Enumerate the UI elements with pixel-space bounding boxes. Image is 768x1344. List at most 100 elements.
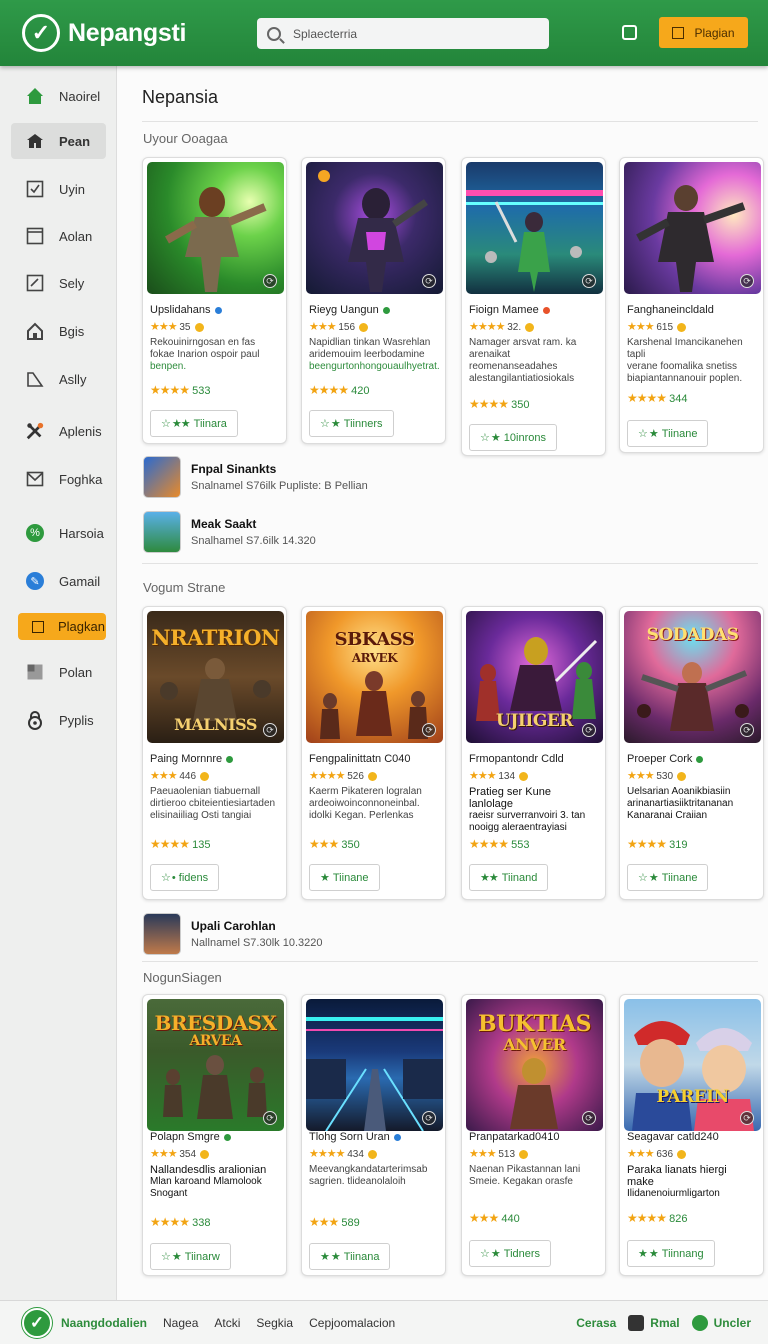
- app-header: ✓ Nepangsti Plagian: [0, 0, 768, 66]
- sidebar-item-aslly[interactable]: Aslly: [11, 361, 106, 397]
- game-card[interactable]: NRATRION MALNISS ⟳ Paing Mornnre ★★★ 446…: [142, 606, 287, 900]
- game-card[interactable]: ⟳ Fioign Mamee ★★★★ 32. Namager arsvat r…: [461, 157, 606, 456]
- footer-right-item[interactable]: Rmal: [650, 1316, 679, 1330]
- game-card[interactable]: ⟳ Tlohg Sorn Uran ★★★★ 434 Meevangkandat…: [301, 994, 446, 1276]
- card-description: Naenan Pikastannan lani Smeie. Kegakan or…: [469, 1164, 581, 1187]
- info-icon[interactable]: ⟳: [263, 723, 277, 737]
- list-thumbnail: [143, 913, 181, 955]
- house-icon: [25, 321, 45, 341]
- card-action-button[interactable]: ★ Tiinane: [309, 864, 380, 891]
- info-icon[interactable]: ⟳: [422, 274, 436, 288]
- card-description: Paraka lianats hiergi make Ilidanenoiurml…: [627, 1164, 727, 1199]
- list-title: Meak Saakt: [191, 517, 257, 531]
- search-bar[interactable]: [257, 18, 549, 49]
- card-score: ★★★★ 319: [627, 837, 688, 851]
- info-icon[interactable]: ⟳: [740, 723, 754, 737]
- game-card[interactable]: PAREIN ⟳ Seagavar catld240 ★★★ 636 Parak…: [619, 994, 764, 1276]
- sidebar-item-harsoia[interactable]: % Harsoia: [11, 515, 106, 551]
- coin-icon: [519, 1149, 529, 1159]
- sidebar-item-label: Aolan: [59, 228, 93, 244]
- card-description: Napidlian tinkan Wasrehlan aridemouim lee…: [309, 337, 440, 372]
- info-icon[interactable]: ⟳: [263, 1111, 277, 1125]
- game-thumbnail: SODADAS ⟳: [624, 611, 761, 743]
- section-title: Uyour Ooagaa: [143, 131, 228, 146]
- sidebar-item-sely[interactable]: Sely: [11, 265, 106, 301]
- info-icon[interactable]: ⟳: [740, 1111, 754, 1125]
- game-card[interactable]: BRESDASX ARVEA ⟳ Polapn Smgre ★★★ 354 Na…: [142, 994, 287, 1276]
- card-title: Fanghaneincldald: [627, 304, 714, 316]
- game-card[interactable]: ⟳ Rieyg Uangun ★★★ 156 Napidlian tinkan …: [301, 157, 446, 444]
- card-score: ★★★★ 338: [150, 1215, 211, 1229]
- game-card[interactable]: ⟳ Upslidahans ★★★ 35 Rekouinirngosan en …: [142, 157, 287, 444]
- info-icon[interactable]: ⟳: [582, 274, 596, 288]
- info-icon[interactable]: ⟳: [582, 1111, 596, 1125]
- game-card[interactable]: BUKTIAS ANVER ⟳ Pranpatarkad0410 ★★★ 513…: [461, 994, 606, 1276]
- footer-link[interactable]: Segkia: [256, 1316, 293, 1330]
- card-action-button[interactable]: ★★ Tiinand: [469, 864, 549, 891]
- check-circle-icon[interactable]: ✓: [22, 1307, 52, 1338]
- card-action-button[interactable]: ☆ ★ Tidners: [469, 1240, 552, 1267]
- game-card[interactable]: SODADAS ⟳ Proeper Cork ★★★ 530 Uelsarian…: [619, 606, 764, 900]
- sidebar-item-naoirel[interactable]: Naoirel: [11, 78, 106, 114]
- sidebar-item-gamail[interactable]: ✎ Gamail: [11, 563, 106, 599]
- info-icon[interactable]: ⟳: [422, 1111, 436, 1125]
- list-subtitle: Nallnamel S7.30lk 10.3220: [191, 937, 323, 949]
- app-logo[interactable]: ✓ Nepangsti: [22, 14, 186, 52]
- card-action-button[interactable]: ☆ ★ 10inrons: [469, 424, 557, 451]
- list-item[interactable]: Fnpal Sinankts Snalnamel S76ilk Pupliste…: [143, 455, 368, 499]
- game-thumbnail: BRESDASX ARVEA ⟳: [147, 999, 284, 1131]
- sidebar-item-pyplis[interactable]: Pyplis: [11, 702, 106, 738]
- list-item[interactable]: Meak Saakt Snalhamel S7.6ilk 14.320: [143, 510, 316, 554]
- card-action-button[interactable]: ☆ ★ Tiinners: [309, 410, 394, 437]
- search-input[interactable]: [293, 26, 523, 41]
- game-thumbnail: ⟳: [306, 999, 443, 1131]
- card-title: Pranpatarkad0410: [469, 1131, 560, 1143]
- footer-link[interactable]: Atcki: [214, 1316, 240, 1330]
- card-action-button[interactable]: ☆ ★ Tiinane: [627, 420, 709, 447]
- sidebar-item-uyin[interactable]: Uyin: [11, 171, 106, 207]
- info-icon[interactable]: ⟳: [740, 274, 754, 288]
- footer-link[interactable]: Nagea: [163, 1316, 198, 1330]
- info-icon[interactable]: ⟳: [582, 723, 596, 737]
- list-thumbnail: [143, 511, 181, 553]
- card-title: Polapn Smgre: [150, 1131, 231, 1143]
- card-description: Rekouinirngosan en fas fokae Inarion ospo…: [150, 337, 260, 372]
- game-thumbnail: ⟳: [306, 162, 443, 294]
- notification-icon[interactable]: [622, 25, 637, 40]
- card-title: Fioign Mamee: [469, 304, 550, 316]
- lock-icon: [25, 710, 45, 730]
- game-card[interactable]: ⟳ Fanghaneincldald ★★★ 615 Karshenal Ima…: [619, 157, 764, 453]
- sidebar-item-aplenis[interactable]: Aplenis: [11, 413, 106, 449]
- footer-brand[interactable]: Naangdodalien: [61, 1316, 147, 1330]
- list-item[interactable]: Upali Carohlan Nallnamel S7.30lk 10.3220: [143, 912, 322, 956]
- box-icon: [28, 617, 48, 637]
- card-rating: ★★★ 354: [150, 1147, 210, 1160]
- sidebar-item-plagkan[interactable]: Plagkan: [18, 613, 106, 640]
- card-action-button[interactable]: ☆ • fidens: [150, 864, 220, 891]
- sidebar-item-pean[interactable]: Pean: [11, 123, 106, 159]
- sidebar-item-foghka[interactable]: Foghka: [11, 461, 106, 497]
- footer-link[interactable]: Cepjoomalacion: [309, 1316, 395, 1330]
- card-rating: ★★★★ 434: [309, 1147, 377, 1160]
- header-action-button[interactable]: Plagian: [659, 17, 748, 48]
- check-box-icon: [25, 179, 45, 199]
- card-action-button[interactable]: ☆ ★ Tiinane: [627, 864, 709, 891]
- footer-right-item[interactable]: Uncler: [714, 1316, 751, 1330]
- info-icon[interactable]: ⟳: [263, 274, 277, 288]
- sidebar-item-polan[interactable]: Polan: [11, 654, 106, 690]
- star-icon: ☆ ★: [480, 1248, 501, 1260]
- card-action-button[interactable]: ★ ★ Tiinana: [309, 1243, 391, 1270]
- list-subtitle: Snalhamel S7.6ilk 14.320: [191, 535, 316, 547]
- game-card[interactable]: UJIIGER ⟳ Frmopantondr Cdld ★★★ 134 Prat…: [461, 606, 606, 900]
- info-icon[interactable]: ⟳: [422, 723, 436, 737]
- game-card[interactable]: SBKASS ARVEK ⟳ Fengpalinittatn C040 ★★★★…: [301, 606, 446, 900]
- mail-icon: [25, 469, 45, 489]
- card-action-button[interactable]: ★ ★ Tiinnang: [627, 1240, 715, 1267]
- sidebar-item-aolan[interactable]: Aolan: [11, 218, 106, 254]
- footer-right-text[interactable]: Cerasa: [576, 1316, 616, 1330]
- card-action-button[interactable]: ☆ ★★ Tiinara: [150, 410, 238, 437]
- star-icon: ★: [320, 872, 330, 884]
- sidebar-item-bgis[interactable]: Bgis: [11, 313, 106, 349]
- card-action-button[interactable]: ☆ ★ Tiinarw: [150, 1243, 231, 1270]
- card-title: Rieyg Uangun: [309, 304, 390, 316]
